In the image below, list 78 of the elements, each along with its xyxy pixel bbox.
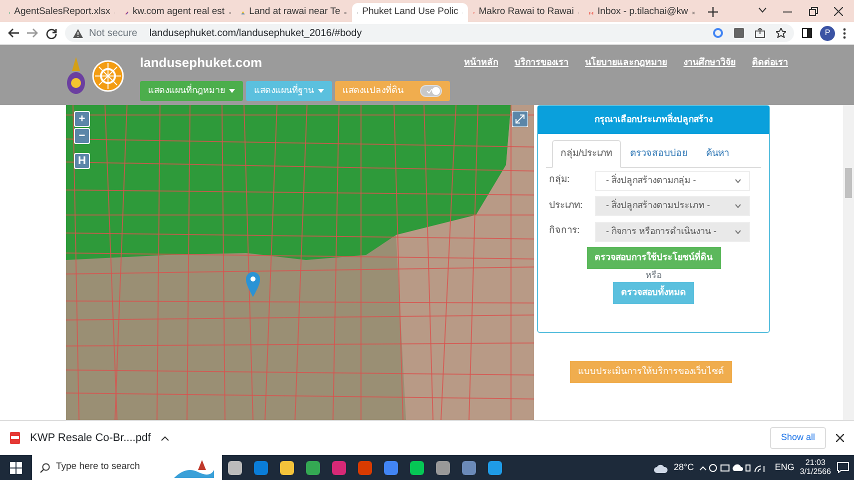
- new-tab-icon[interactable]: [708, 7, 718, 17]
- map-pin-icon[interactable]: [245, 271, 261, 297]
- task-view-icon[interactable]: [228, 460, 242, 474]
- calculator-icon[interactable]: [462, 460, 476, 474]
- star-icon[interactable]: [776, 28, 786, 38]
- download-file-name[interactable]: KWP Resale Co-Br....pdf: [30, 430, 151, 446]
- browser-tab[interactable]: Land at rawai near Te: [236, 3, 352, 22]
- instagram-icon[interactable]: [332, 460, 346, 474]
- restore-icon[interactable]: [808, 6, 818, 16]
- chevron-down-icon: [735, 230, 741, 234]
- taskbar-search-field[interactable]: Type here to search: [32, 455, 222, 480]
- wheel-emblem-icon: [92, 60, 124, 92]
- folder-icon[interactable]: [280, 460, 294, 474]
- field-label: กิจการ:: [549, 224, 581, 238]
- chrome-icon[interactable]: [306, 460, 320, 474]
- google-g-icon[interactable]: [713, 28, 723, 38]
- show-all-button[interactable]: Show all: [770, 427, 826, 449]
- browser-tab[interactable]: kw.com agent real est: [120, 3, 236, 22]
- panel-tab[interactable]: ตรวจสอบบ่อย: [621, 140, 698, 168]
- zoom-in-button[interactable]: +: [74, 111, 90, 127]
- scrollbar-thumb[interactable]: [845, 168, 852, 198]
- nav-link[interactable]: นโยบายและกฎหมาย: [585, 56, 667, 70]
- scrollbar[interactable]: [843, 105, 854, 420]
- nav-link[interactable]: หน้าหลัก: [464, 56, 498, 70]
- address-field[interactable]: Not secure landusephuket.com/landusephuket_2016/#body: [65, 24, 794, 42]
- caret-icon: [318, 89, 324, 93]
- nav-link[interactable]: งานศึกษาวิจัย: [684, 56, 736, 70]
- crest-emblem-icon: [66, 57, 86, 96]
- sidebar-icon[interactable]: [802, 28, 812, 38]
- select-field[interactable]: - สิ่งปลูกสร้างตามกลุ่ม -: [595, 170, 750, 190]
- chevron-up-icon[interactable]: [160, 436, 169, 440]
- check-land-use-button[interactable]: ตรวจสอบการใช้ประโยชน์ที่ดิน: [586, 247, 720, 268]
- share-icon[interactable]: [755, 28, 765, 38]
- language-indicator[interactable]: ENG: [774, 460, 794, 474]
- warning-icon: [73, 28, 83, 38]
- home-button[interactable]: H: [74, 153, 90, 169]
- windows-start-icon[interactable]: [10, 462, 22, 474]
- edge-icon[interactable]: [488, 460, 502, 474]
- back-arrow-icon[interactable]: [8, 28, 19, 38]
- more-options-icon[interactable]: [843, 28, 846, 38]
- nav-link[interactable]: ติดต่อเรา: [752, 56, 788, 70]
- select-field: - กิจการ หรือการดำเนินงาน -: [595, 222, 750, 242]
- notifications-icon[interactable]: [836, 462, 848, 473]
- site-title[interactable]: landusephuket.com: [140, 53, 262, 73]
- zoom-out-button[interactable]: −: [74, 128, 90, 144]
- clock-time[interactable]: 21:03: [805, 458, 826, 468]
- chevron-down-icon: [735, 178, 741, 182]
- panel-tab[interactable]: กลุ่ม/ประเภท: [552, 140, 622, 168]
- toggle-switch-icon[interactable]: [420, 85, 442, 97]
- layer-button[interactable]: แสดงแผนที่กฎหมาย: [140, 81, 243, 101]
- search-icon: [40, 462, 50, 472]
- chevron-down-icon: [735, 204, 741, 208]
- pdf-file-icon: [10, 432, 20, 444]
- nav-link[interactable]: บริการของเรา: [514, 56, 568, 70]
- chevron-down-icon[interactable]: [758, 6, 766, 12]
- chrome-icon[interactable]: [384, 460, 398, 474]
- browser-tab[interactable]: Makro Rawai to Rawai: [468, 3, 584, 22]
- caret-icon: [229, 89, 235, 93]
- office-icon[interactable]: [358, 460, 372, 474]
- fullscreen-icon[interactable]: [512, 111, 528, 127]
- field-label: ประเภท:: [549, 198, 584, 213]
- profile-avatar[interactable]: P: [820, 26, 835, 40]
- clock-date[interactable]: 3/1/2566: [800, 468, 831, 476]
- forward-arrow-icon[interactable]: [27, 28, 38, 38]
- store-icon[interactable]: [254, 460, 268, 474]
- or-label: หรือ: [646, 268, 662, 282]
- browser-tab[interactable]: Inbox - p.tilachai@kw: [584, 3, 700, 22]
- landscape-illustration-icon: [174, 458, 214, 478]
- line-chat-icon[interactable]: [410, 460, 424, 474]
- reload-icon[interactable]: [46, 28, 57, 38]
- panel-tab[interactable]: ค้นหา: [697, 140, 738, 168]
- browser-tab[interactable]: AgentSalesReport.xlsx: [4, 3, 120, 22]
- field-label: กลุ่ม:: [549, 173, 571, 188]
- select-field: - สิ่งปลูกสร้างตามประเภท -: [595, 196, 750, 216]
- browser-tab[interactable]: Phuket Land Use Polic: [352, 3, 468, 22]
- panel-title: กรุณาเลือกประเภทสิ่งปลูกสร้าง: [594, 113, 712, 127]
- weather-temperature: 28°C: [674, 460, 694, 474]
- cloud-icon: [654, 462, 668, 472]
